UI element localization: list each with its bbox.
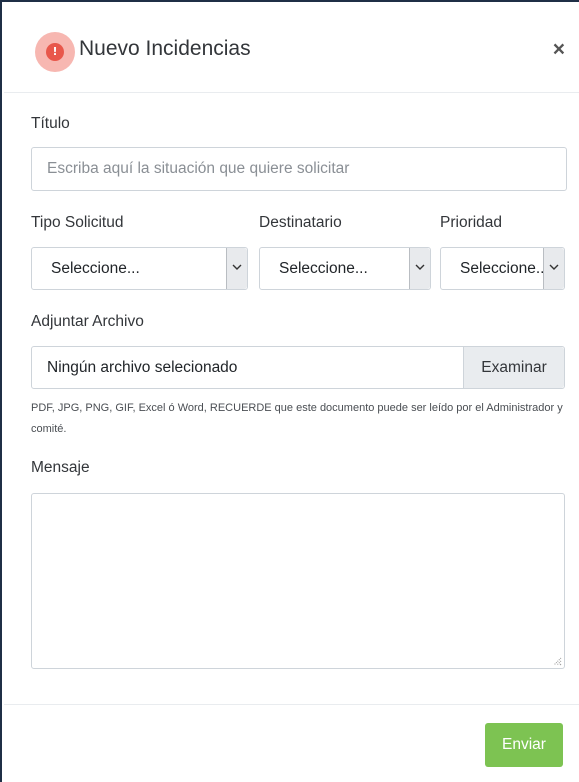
prioridad-value: Seleccione...: [460, 260, 549, 277]
chevron-down-icon[interactable]: [543, 248, 564, 289]
modal-header: ! Nuevo Incidencias ×: [4, 4, 579, 93]
chevron-down-icon[interactable]: [226, 248, 247, 289]
titulo-input[interactable]: Escriba aquí la situación que quiere sol…: [31, 147, 567, 191]
alert-icon: !: [46, 43, 64, 61]
destinatario-value: Seleccione...: [279, 260, 368, 277]
footer-divider: [4, 704, 579, 705]
send-button[interactable]: Enviar: [485, 723, 563, 767]
modal-dialog: ! Nuevo Incidencias × Título Escriba aqu…: [0, 0, 579, 782]
tipo-solicitud-label: Tipo Solicitud: [31, 214, 124, 231]
mensaje-textarea[interactable]: [31, 493, 565, 669]
chevron-down-icon[interactable]: [409, 248, 430, 289]
resize-grip-icon[interactable]: [553, 657, 562, 666]
tipo-solicitud-value: Seleccione...: [51, 260, 140, 277]
titulo-placeholder: Escriba aquí la situación que quiere sol…: [47, 160, 350, 177]
destinatario-select[interactable]: Seleccione...: [259, 247, 431, 290]
modal-title: Nuevo Incidencias: [79, 37, 251, 60]
destinatario-label: Destinatario: [259, 214, 342, 231]
file-input[interactable]: Ningún archivo selecionado Examinar: [31, 346, 565, 389]
prioridad-select[interactable]: Seleccione...: [440, 247, 565, 290]
alert-badge: !: [35, 32, 75, 72]
file-help-text: PDF, JPG, PNG, GIF, Excel ó Word, RECUER…: [31, 402, 563, 435]
prioridad-label: Prioridad: [440, 214, 503, 231]
browse-button[interactable]: Examinar: [463, 347, 564, 388]
titulo-label: Título: [31, 115, 70, 132]
mensaje-label: Mensaje: [31, 459, 90, 476]
file-status: Ningún archivo selecionado: [47, 359, 238, 376]
adjuntar-label: Adjuntar Archivo: [31, 313, 144, 330]
close-icon[interactable]: ×: [553, 38, 565, 62]
tipo-solicitud-select[interactable]: Seleccione...: [31, 247, 248, 290]
